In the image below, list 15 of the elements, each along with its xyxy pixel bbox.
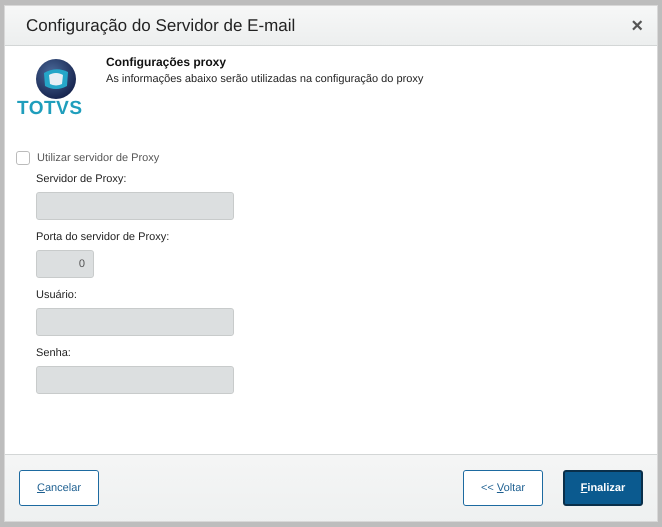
field-label: Senha: <box>36 347 72 359</box>
finish-button[interactable]: Finalizar <box>563 470 643 506</box>
checkbox-label: Utilizar servidor de Proxy <box>37 152 160 164</box>
field-label: Porta do servidor de Proxy: <box>36 231 170 243</box>
globe-logo-icon <box>35 58 77 100</box>
cancel-button[interactable]: Cancelar <box>19 470 99 506</box>
close-button[interactable]: × <box>629 16 645 36</box>
section-title: Configurações proxy <box>106 55 228 69</box>
section-description: As informações abaixo serão utilizadas na configuração do proxy <box>106 73 424 85</box>
window-title: Configuração do Servidor de E-mail <box>26 16 296 36</box>
field-label: Usuário: <box>36 289 78 301</box>
back-button[interactable]: << Voltar <box>463 470 543 506</box>
logo-text: TOTVS <box>17 98 82 120</box>
field-label: Servidor de Proxy: <box>36 173 128 185</box>
checkbox[interactable] <box>16 151 30 165</box>
